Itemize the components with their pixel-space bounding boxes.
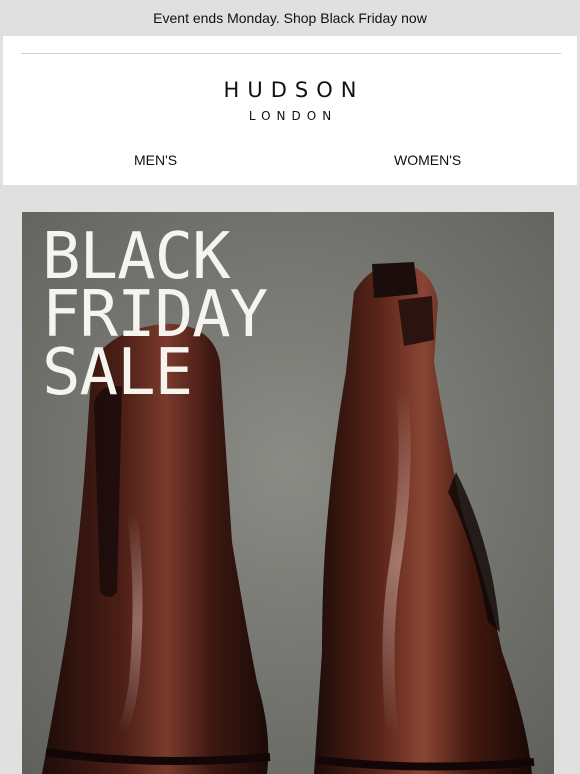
brand-logo[interactable]: HUDSON (3, 78, 577, 102)
email-header: HUDSON LONDON MEN'S WOMEN'S (3, 36, 577, 185)
announcement-link[interactable]: Event ends Monday. Shop Black Friday now (153, 10, 427, 26)
hero-headline: BLACK FRIDAY SALE (42, 225, 268, 410)
nav-womens-link[interactable]: WOMEN'S (394, 152, 461, 168)
divider (21, 53, 561, 54)
hero-banner[interactable]: BLACK FRIDAY SALE (22, 212, 554, 774)
nav-mens-link[interactable]: MEN'S (134, 152, 177, 168)
announcement-bar: Event ends Monday. Shop Black Friday now (0, 0, 580, 36)
brand-sub-logo: LONDON (248, 109, 338, 123)
headline-line-3: SALE (42, 336, 193, 410)
